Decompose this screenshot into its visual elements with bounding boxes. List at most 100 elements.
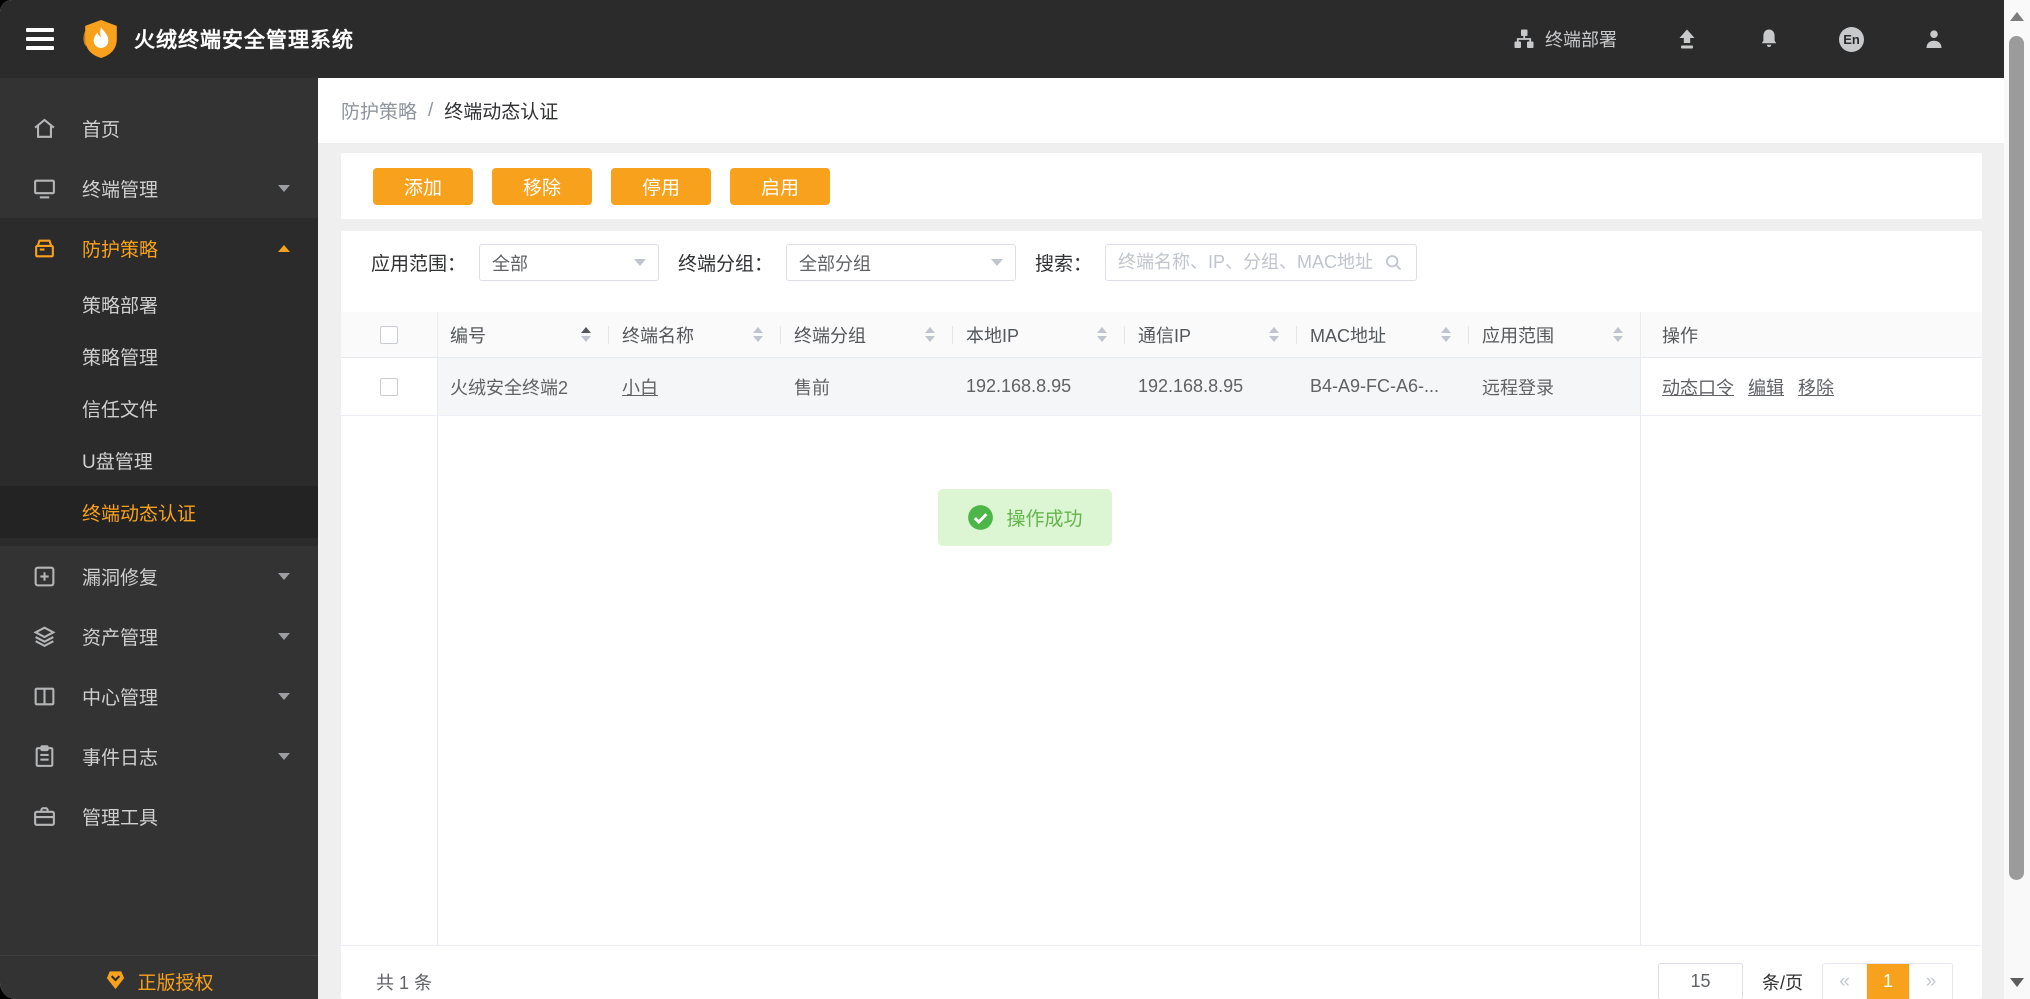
sidebar-item-vuln-fix[interactable]: 漏洞修复 — [0, 546, 318, 606]
cell-scope: 远程登录 — [1469, 358, 1641, 415]
column-header-comm-ip[interactable]: 通信IP — [1138, 322, 1191, 348]
chevron-down-icon — [634, 259, 647, 266]
scrollbar-thumb[interactable] — [2009, 36, 2024, 880]
sidebar-item-label: 防护策略 — [82, 239, 159, 261]
sidebar-item-label: 中心管理 — [82, 687, 159, 709]
prev-page-button[interactable]: « — [1823, 963, 1866, 999]
group-select[interactable]: 全部分组 — [786, 244, 1017, 281]
license-label: 正版授权 — [137, 973, 214, 994]
enable-button[interactable]: 启用 — [730, 167, 830, 205]
column-header-actions: 操作 — [1662, 325, 1698, 346]
table-card: 应用范围： 全部 终端分组： 全部分组 搜索： 终端名称、IP、分组、MAC地址… — [341, 231, 1982, 999]
app-window: 火绒终端安全管理系统 终端部署 En 首页 终端管理 防护策略 策略部署 策略管… — [0, 0, 2030, 999]
chevron-down-icon — [278, 692, 290, 700]
remove-action-link[interactable]: 移除 — [1798, 374, 1834, 400]
sort-control-group[interactable] — [925, 327, 935, 342]
clipboard-icon — [35, 744, 54, 767]
remove-button[interactable]: 移除 — [492, 167, 592, 205]
next-page-button[interactable]: » — [1909, 963, 1952, 999]
sidebar-subitem-usb-mgmt[interactable]: U盘管理 — [0, 434, 318, 486]
column-header-id[interactable]: 编号 — [450, 322, 486, 348]
sidebar-subitem-terminal-dynamic-auth[interactable]: 终端动态认证 — [0, 486, 318, 538]
submenu-label: 策略部署 — [82, 295, 159, 317]
breadcrumb-separator: / — [428, 99, 434, 121]
sidebar-group-protection-policy: 防护策略 策略部署 策略管理 信任文件 U盘管理 终端动态认证 — [0, 218, 318, 546]
column-header-scope[interactable]: 应用范围 — [1482, 322, 1554, 348]
sidebar-subitem-trusted-files[interactable]: 信任文件 — [0, 382, 318, 434]
current-page-button[interactable]: 1 — [1866, 963, 1909, 999]
column-header-mac[interactable]: MAC地址 — [1310, 322, 1386, 348]
table-row[interactable]: 火绒安全终端2 小白 售前 192.168.8.95 192.168.8.95 … — [341, 358, 1982, 416]
sidebar-item-center-mgmt[interactable]: 中心管理 — [0, 666, 318, 726]
sidebar-subitem-policy-deploy[interactable]: 策略部署 — [0, 278, 318, 330]
topbar: 火绒终端安全管理系统 终端部署 En — [0, 0, 2004, 78]
sidebar-item-label: 事件日志 — [82, 747, 159, 769]
disable-button[interactable]: 停用 — [611, 167, 711, 205]
search-icon[interactable] — [1383, 252, 1404, 273]
column-header-terminal[interactable]: 终端名称 — [622, 322, 694, 348]
upload-icon[interactable] — [1675, 27, 1699, 51]
sidebar: 首页 终端管理 防护策略 策略部署 策略管理 信任文件 U盘管理 终端动态认证 … — [0, 78, 318, 999]
select-all-checkbox[interactable] — [380, 325, 398, 344]
user-account-icon[interactable] — [1922, 27, 1946, 51]
policy-box-icon — [35, 239, 54, 257]
language-toggle-icon[interactable]: En — [1839, 26, 1864, 52]
page-scrollbar[interactable] — [2004, 0, 2030, 999]
sidebar-item-label: 资产管理 — [82, 627, 159, 649]
scrollbar-down-arrow-icon[interactable] — [2010, 978, 2024, 987]
search-input[interactable] — [1118, 252, 1384, 273]
search-label: 搜索： — [1035, 254, 1093, 275]
terminal-deploy-button[interactable]: 终端部署 — [1512, 26, 1617, 52]
notifications-bell-icon[interactable] — [1757, 27, 1781, 51]
main-content: 防护策略 / 终端动态认证 添加 移除 停用 启用 应用范围： 全部 终端分组：… — [318, 78, 2004, 999]
sidebar-item-admin-tools[interactable]: 管理工具 — [0, 786, 318, 846]
sidebar-item-label: 漏洞修复 — [82, 567, 159, 589]
submenu-label: 策略管理 — [82, 347, 159, 369]
table-header-row: 编号 终端名称 终端分组 本地IP 通信IP MAC地址 应用范围 操作 — [341, 312, 1982, 358]
cell-group: 售前 — [781, 358, 953, 415]
sidebar-item-event-log[interactable]: 事件日志 — [0, 726, 318, 786]
edit-action-link[interactable]: 编辑 — [1748, 374, 1784, 400]
column-header-local-ip[interactable]: 本地IP — [966, 322, 1019, 348]
sort-control-local-ip[interactable] — [1097, 327, 1107, 342]
scrollbar-up-arrow-icon[interactable] — [2010, 12, 2024, 21]
group-select-value: 全部分组 — [799, 253, 872, 274]
chevron-up-icon — [278, 244, 290, 252]
sidebar-item-protection-policy[interactable]: 防护策略 — [0, 218, 318, 278]
column-header-group[interactable]: 终端分组 — [794, 322, 866, 348]
sidebar-item-terminal-mgmt[interactable]: 终端管理 — [0, 158, 318, 218]
license-button[interactable]: 正版授权 — [0, 955, 318, 999]
add-button[interactable]: 添加 — [373, 167, 473, 205]
sort-control-scope[interactable] — [1613, 327, 1623, 342]
sort-control-terminal[interactable] — [753, 327, 763, 342]
cell-mac: B4-A9-FC-A6-... — [1297, 358, 1469, 415]
sidebar-subitem-policy-mgmt[interactable]: 策略管理 — [0, 330, 318, 382]
toast-message: 操作成功 — [1006, 509, 1083, 530]
sort-control-id[interactable] — [581, 327, 591, 342]
scope-select[interactable]: 全部 — [479, 244, 660, 281]
breadcrumb: 防护策略 / 终端动态认证 — [318, 78, 2004, 143]
chevron-down-icon — [991, 259, 1004, 266]
total-count: 共 1 条 — [376, 972, 433, 993]
breadcrumb-current: 终端动态认证 — [444, 102, 559, 123]
scope-select-value: 全部 — [492, 253, 529, 274]
submenu-label: 终端动态认证 — [82, 503, 197, 525]
otp-action-link[interactable]: 动态口令 — [1662, 374, 1734, 400]
sidebar-item-home[interactable]: 首页 — [0, 98, 318, 158]
sidebar-item-label: 管理工具 — [82, 807, 159, 829]
sort-control-mac[interactable] — [1441, 327, 1451, 342]
hamburger-menu-icon[interactable] — [0, 0, 60, 78]
fixed-column-divider-right — [1640, 312, 1641, 945]
sitemap-icon — [1514, 29, 1534, 48]
page-size-input[interactable] — [1657, 963, 1743, 999]
row-checkbox[interactable] — [380, 377, 398, 396]
per-page-label: 条/页 — [1761, 972, 1803, 993]
chevron-down-icon — [278, 572, 290, 580]
breadcrumb-parent[interactable]: 防护策略 — [341, 97, 417, 124]
sort-control-comm-ip[interactable] — [1269, 327, 1279, 342]
plus-square-icon — [34, 566, 55, 586]
sidebar-item-asset-mgmt[interactable]: 资产管理 — [0, 606, 318, 666]
terminal-name-link[interactable]: 小白 — [622, 374, 658, 400]
license-badge-icon — [107, 971, 125, 990]
submenu-label: 信任文件 — [82, 399, 159, 421]
